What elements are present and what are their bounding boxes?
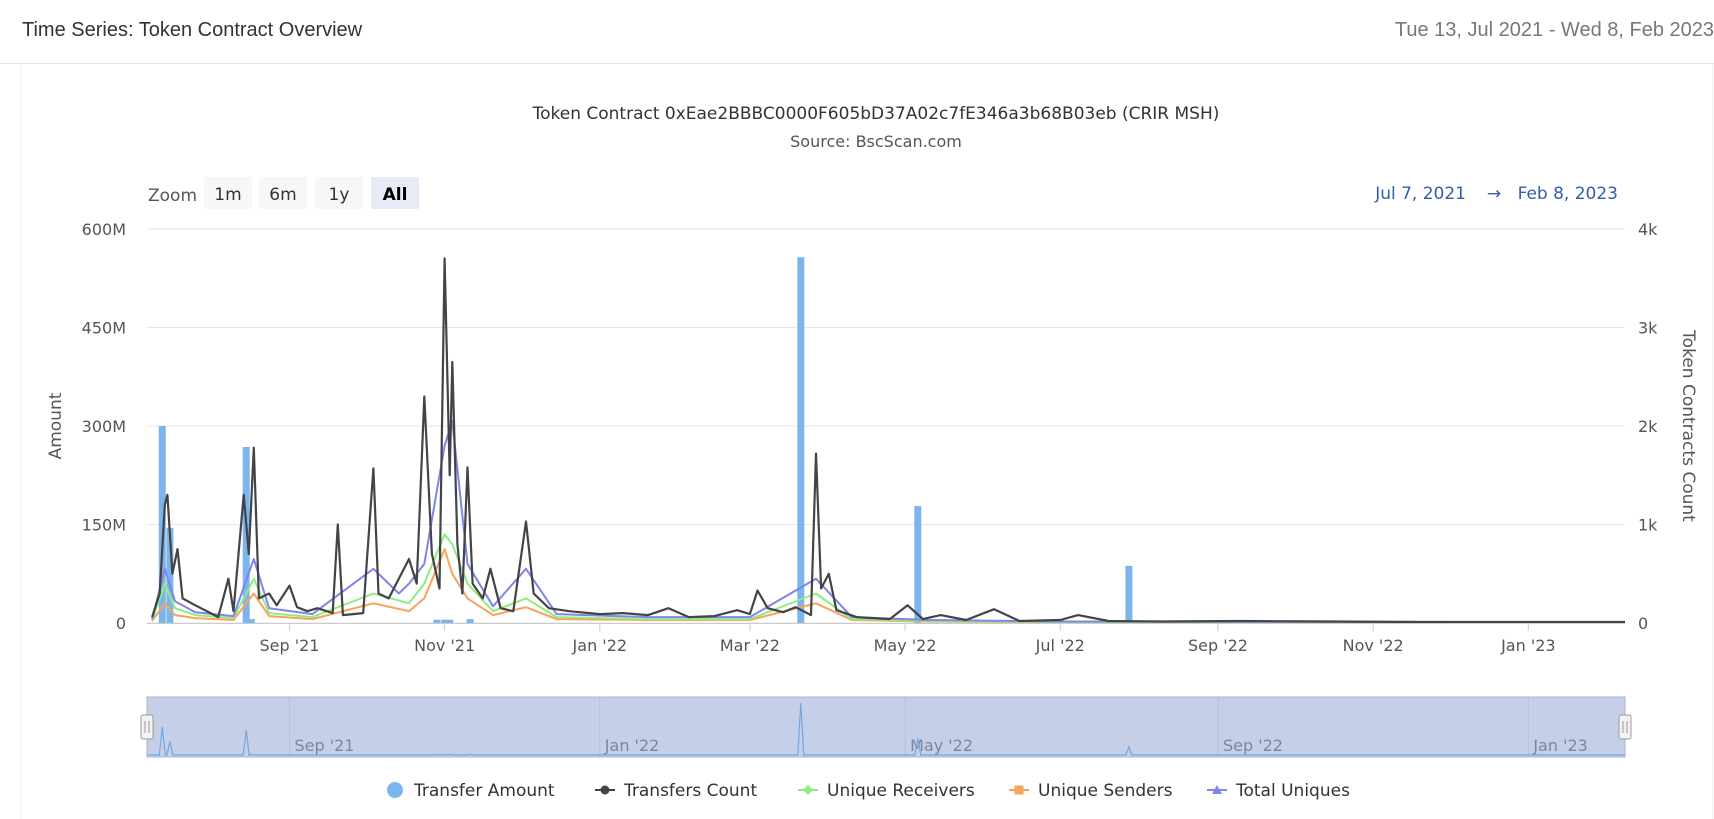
range-to[interactable]: Feb 8, 2023 xyxy=(1518,184,1618,204)
range-from[interactable]: Jul 7, 2021 xyxy=(1374,184,1466,204)
legend-marker-icon xyxy=(387,782,403,798)
total-uniques-line xyxy=(151,420,1626,624)
transfer-amount-bar xyxy=(797,257,805,623)
y-right-tick-label: 2k xyxy=(1638,417,1658,436)
zoom-button-label: All xyxy=(383,185,408,205)
y-left-tick-label: 150M xyxy=(82,516,126,535)
legend-label: Transfer Amount xyxy=(413,781,555,801)
zoom-buttons: 1m 6m 1y All xyxy=(204,177,419,209)
x-tick-label: May '22 xyxy=(874,636,937,655)
legend: Transfer Amount Transfers Count Unique Rec… xyxy=(387,781,1350,801)
transfers-count-line xyxy=(151,257,1625,624)
y-left-tick-label: 300M xyxy=(82,417,126,436)
transfer-amount-bar xyxy=(446,619,454,623)
transfer-amount-bar xyxy=(1125,565,1133,623)
legend-item-transfers-count[interactable]: Transfers Count xyxy=(595,781,757,801)
legend-marker-icon xyxy=(600,785,610,795)
legend-item-total-uniques[interactable]: Total Uniques xyxy=(1207,781,1350,801)
unique-receivers-line xyxy=(151,533,1626,624)
x-tick-label: Jan '23 xyxy=(1500,636,1556,655)
legend-item-unique-receivers[interactable]: Unique Receivers xyxy=(798,781,975,801)
navigator-mask[interactable] xyxy=(146,696,1626,758)
legend-label: Unique Receivers xyxy=(827,781,975,801)
x-tick-label: Sep '22 xyxy=(1188,636,1248,655)
legend-label: Unique Senders xyxy=(1038,781,1173,801)
x-tick-label: Mar '22 xyxy=(720,636,780,655)
transfer-amount-bar xyxy=(433,619,441,623)
y-left-tick-label: 450M xyxy=(82,319,126,338)
zoom-button-label: 6m xyxy=(269,185,296,205)
zoom-label: Zoom xyxy=(148,186,197,206)
unique-senders-line xyxy=(151,548,1626,624)
range-arrow: → xyxy=(1487,184,1501,204)
y-right-tick-label: 4k xyxy=(1638,220,1658,239)
x-tick-label: Jan '22 xyxy=(572,636,628,655)
x-tick-label: Nov '21 xyxy=(414,636,475,655)
y-right-tick-label: 0 xyxy=(1638,614,1648,633)
navigator-handle-left[interactable] xyxy=(140,714,154,740)
zoom-button-all[interactable]: All xyxy=(371,177,419,209)
chart: Token Contract 0xEae2BBBC0000F605bD37A02… xyxy=(46,104,1698,801)
transfer-amount-bar xyxy=(466,619,474,623)
chart-title: Token Contract 0xEae2BBBC0000F605bD37A02… xyxy=(532,104,1220,124)
transfer-amount-bars xyxy=(158,257,1133,623)
y-right-tick-label: 1k xyxy=(1638,516,1658,535)
x-tick-label: Nov '22 xyxy=(1343,636,1404,655)
navigator[interactable]: Sep '21Jan '22May '22Sep '22Jan '23 xyxy=(140,696,1632,758)
y-left-tick-label: 600M xyxy=(82,220,126,239)
chart-subtitle: Source: BscScan.com xyxy=(790,132,962,151)
y-axis-right-label: Token Contracts Count xyxy=(1678,329,1698,522)
transfer-amount-bar xyxy=(914,506,922,623)
y-axis-left: 0 150M 300M 450M 600M xyxy=(82,220,126,633)
y-axis-right: 0 1k 2k 3k 4k xyxy=(1638,220,1658,633)
zoom-button-6m[interactable]: 6m xyxy=(259,177,307,209)
y-right-tick-label: 3k xyxy=(1638,319,1658,338)
legend-item-unique-senders[interactable]: Unique Senders xyxy=(1009,781,1173,801)
legend-item-transfer-amount[interactable]: Transfer Amount xyxy=(387,781,555,801)
x-tick-label: Jul '22 xyxy=(1035,636,1085,655)
series-lines xyxy=(151,257,1626,624)
legend-marker-icon xyxy=(1014,785,1024,795)
zoom-button-1y[interactable]: 1y xyxy=(315,177,363,209)
x-tick-label: Sep '21 xyxy=(259,636,319,655)
legend-label: Transfers Count xyxy=(623,781,757,801)
legend-label: Total Uniques xyxy=(1235,781,1350,801)
plot-grid xyxy=(147,228,1625,624)
transfer-amount-bar xyxy=(247,619,255,623)
zoom-button-1m[interactable]: 1m xyxy=(204,177,252,209)
navigator-handle-right[interactable] xyxy=(1618,714,1632,740)
legend-marker-icon xyxy=(803,785,813,795)
x-axis: Sep '21 Nov '21 Jan '22 Mar '22 May '22 Jul '… xyxy=(147,623,1625,655)
zoom-button-label: 1m xyxy=(214,185,241,205)
zoom-button-label: 1y xyxy=(329,185,350,205)
y-axis-left-label: Amount xyxy=(46,392,66,459)
y-left-tick-label: 0 xyxy=(116,614,126,633)
